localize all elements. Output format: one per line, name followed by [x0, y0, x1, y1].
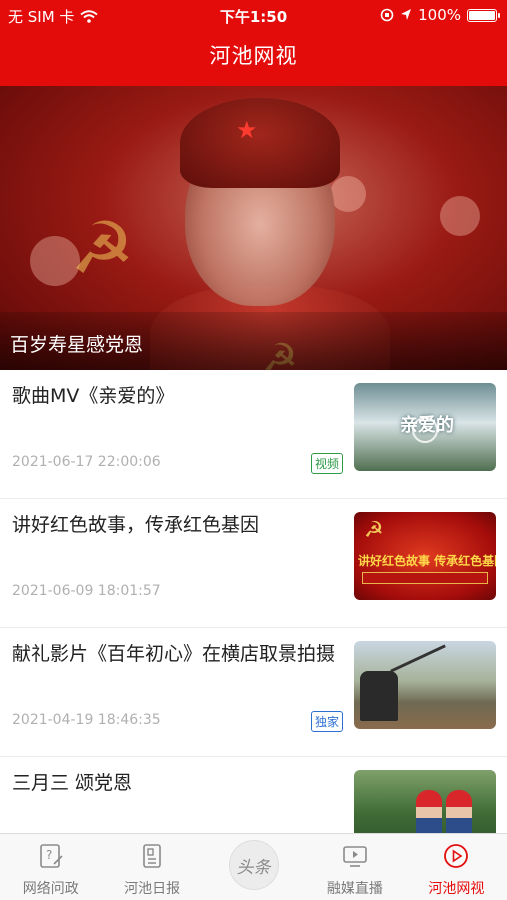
exclusive-tag: 独家: [311, 711, 344, 732]
thumbnail-banner: [362, 572, 488, 584]
tab-hechi-daily[interactable]: 河池日报: [101, 834, 202, 900]
tab-network-politics[interactable]: ? 网络问政: [0, 834, 101, 900]
news-title: 歌曲MV《亲爱的》: [12, 385, 175, 407]
play-icon: [412, 417, 438, 443]
battery-icon: [467, 8, 500, 22]
location-icon: [401, 9, 412, 20]
tv-icon: [343, 846, 367, 867]
headline-logo-icon: 头条: [228, 840, 279, 890]
news-thumbnail: [354, 770, 496, 833]
hammer-sickle-icon: ☭: [70, 206, 135, 290]
camera-crane: [390, 644, 446, 673]
hero-light-spot: [330, 176, 366, 212]
news-item[interactable]: 歌曲MV《亲爱的》 2021-06-17 22:00:06 视频 亲爱的: [0, 370, 507, 499]
tab-hechi-tv[interactable]: 河池网视: [406, 834, 507, 900]
tab-media-live[interactable]: 融媒直播: [304, 834, 405, 900]
hero-light-spot: [440, 196, 480, 236]
tab-bar: ? 网络问政 河池日报 头条 融媒直播 河池网视: [0, 833, 507, 900]
tab-label: 网络问政: [22, 881, 79, 897]
news-date: 2021-04-19 18:46:35: [12, 712, 161, 728]
tab-label: 河池日报: [124, 881, 181, 897]
news-item[interactable]: 献礼影片《百年初心》在横店取景拍摄 2021-04-19 18:46:35 独家: [0, 628, 507, 757]
news-title: 讲好红色故事，传承红色基因: [12, 514, 260, 536]
nav-bar: 河池网视: [0, 30, 507, 86]
tab-headline[interactable]: 头条: [203, 834, 304, 900]
news-thumbnail: ☭ 讲好红色故事 传承红色基因: [354, 512, 496, 600]
performer-figure: [446, 790, 472, 833]
orientation-lock-icon: [380, 8, 394, 22]
battery-percent: 100%: [418, 6, 461, 24]
hero-caption: 百岁寿星感党恩: [0, 312, 507, 370]
question-doc-icon: ?: [39, 844, 63, 868]
tab-label: 河池网视: [428, 881, 485, 897]
news-date: 2021-06-17 22:00:06: [12, 454, 161, 470]
hero-banner[interactable]: ☭ ★ ☭ 百岁寿星感党恩: [0, 86, 507, 370]
tab-label: 融媒直播: [326, 881, 383, 897]
news-title: 三月三 颂党恩: [12, 772, 133, 794]
hammer-sickle-icon: ☭: [364, 518, 384, 543]
news-thumbnail: 亲爱的: [354, 383, 496, 471]
news-item[interactable]: 三月三 颂党恩: [0, 757, 507, 833]
thumbnail-text: 讲好红色故事 传承红色基因: [358, 554, 496, 568]
newspaper-icon: [143, 844, 161, 868]
battery-level: [469, 10, 495, 20]
play-circle-icon: [444, 844, 469, 868]
camera-operator: [360, 671, 398, 721]
news-item[interactable]: 讲好红色故事，传承红色基因 2021-06-09 18:01:57 ☭ 讲好红色…: [0, 499, 507, 628]
star-icon: ★: [236, 116, 258, 144]
hero-figure-hat: [180, 98, 340, 188]
news-title: 献礼影片《百年初心》在横店取景拍摄: [12, 643, 336, 665]
news-thumbnail: [354, 641, 496, 729]
video-tag: 视频: [311, 453, 344, 474]
performer-figure: [416, 790, 442, 833]
status-bar: 无 SIM 卡 下午1:50 100%: [0, 0, 507, 30]
news-list[interactable]: 歌曲MV《亲爱的》 2021-06-17 22:00:06 视频 亲爱的 讲好红…: [0, 370, 507, 833]
page-title: 河池网视: [209, 44, 298, 68]
news-date: 2021-06-09 18:01:57: [12, 583, 161, 599]
svg-text:?: ?: [46, 848, 52, 862]
